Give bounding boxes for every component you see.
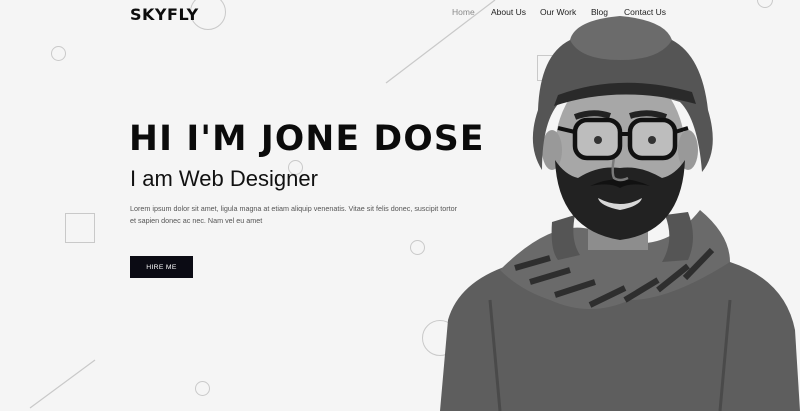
- decor-line-bottom: [29, 359, 96, 409]
- portrait-image: [440, 16, 800, 411]
- brand-logo[interactable]: SKYFLY: [130, 5, 199, 24]
- hero-subtitle: I am Web Designer: [130, 166, 318, 191]
- hero-description: Lorem ipsum dolor sit amet, ligula magna…: [130, 204, 458, 225]
- hire-me-button[interactable]: HIRE ME: [130, 256, 193, 278]
